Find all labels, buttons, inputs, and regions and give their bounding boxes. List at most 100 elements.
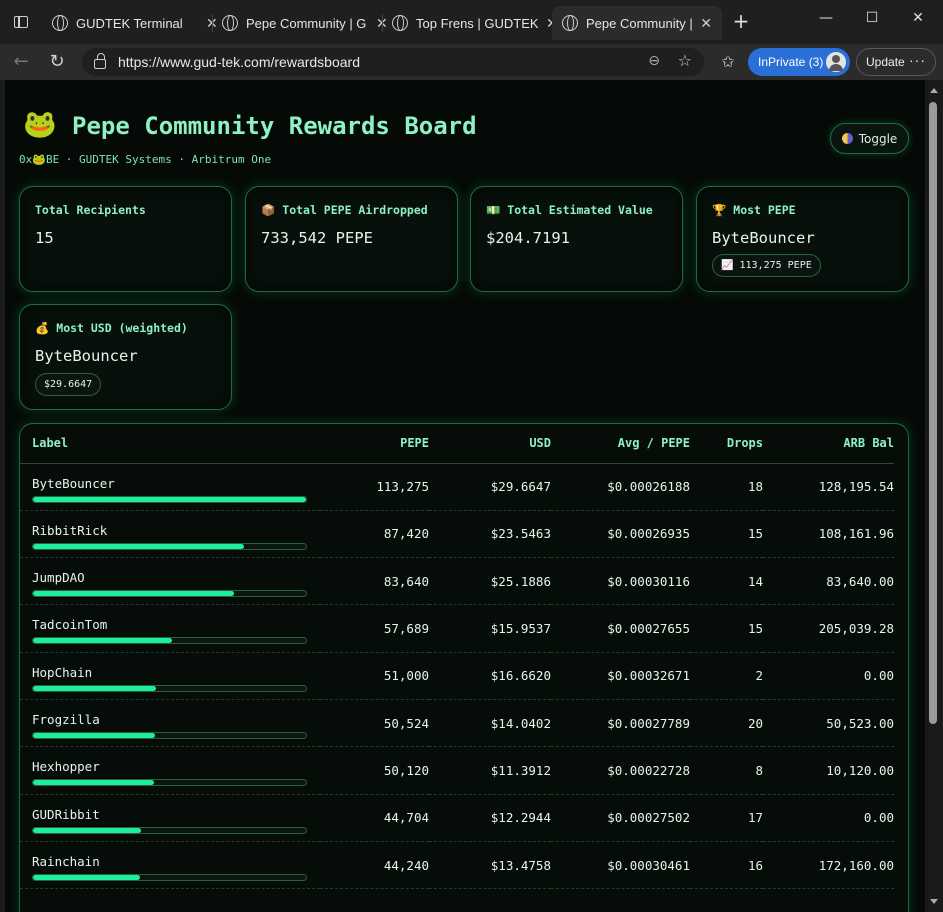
card-total-airdropped: 📦 Total PEPE Airdropped 733,542 PEPE [245, 186, 458, 292]
share-bar-fill [33, 591, 235, 597]
globe-icon [392, 15, 408, 31]
inprivate-label: InPrivate (3) [758, 55, 824, 69]
rewards-table-container: Label PEPE USD Avg / PEPE Drops ARB Bal … [19, 423, 909, 912]
card-total-recipients: Total Recipients 15 [19, 186, 232, 292]
update-button[interactable]: Update ··· [856, 48, 936, 76]
share-bar [32, 684, 307, 692]
maximize-icon[interactable]: ☐ [862, 10, 882, 26]
avatar [824, 50, 848, 74]
table-header-row: Label PEPE USD Avg / PEPE Drops ARB Bal [20, 424, 894, 464]
page-scrollbar[interactable] [925, 80, 943, 912]
globe-icon [222, 15, 238, 31]
share-bar [32, 590, 307, 598]
favorite-star-icon[interactable]: ☆ [678, 51, 692, 70]
cell-label: TadcoinTom [20, 604, 320, 653]
url-text[interactable]: https://www.gud-tek.com/rewardsboard [118, 54, 360, 70]
cell-pepe: 44,704 [320, 794, 429, 842]
cell-avg: $0.00027789 [551, 699, 690, 748]
card-label: 💵 Total Estimated Value [486, 203, 653, 217]
card-label: 💰 Most USD (weighted) [35, 321, 188, 335]
scroll-down-icon[interactable] [930, 899, 938, 904]
card-value: 733,542 PEPE [261, 229, 373, 247]
row-label: Rainchain [32, 853, 100, 869]
favorites-icon[interactable]: ✩ [716, 52, 740, 71]
table-row[interactable]: GUDRibbit 44,704 $12.2944 $0.00027502 17 0.00 [20, 794, 894, 842]
theme-toggle-button[interactable]: Toggle [830, 123, 909, 154]
close-tab-icon[interactable]: ✕ [700, 15, 712, 32]
scrollbar-thumb[interactable] [929, 102, 937, 724]
cell-avg: $0.00032671 [551, 652, 690, 700]
cell-label: GUDRibbit [20, 794, 320, 842]
cell-arb: 172,160.00 [763, 841, 894, 890]
cell-arb: 108,161.96 [763, 510, 894, 559]
inprivate-button[interactable]: InPrivate (3) [748, 48, 850, 76]
table-row[interactable]: Rainchain 44,240 $13.4758 $0.00030461 16 172,… [20, 841, 894, 890]
table-row[interactable]: Frogzilla 50,524 $14.0402 $0.00027789 20 50,5… [20, 699, 894, 748]
cell-usd: $14.0402 [429, 699, 551, 748]
cell-pepe: 44,240 [320, 841, 429, 890]
col-header-arb[interactable]: ARB Bal [763, 424, 894, 464]
table-row[interactable]: HopChain 51,000 $16.6620 $0.00032671 2 0.00 [20, 652, 894, 700]
share-bar [32, 826, 307, 834]
minimize-icon[interactable]: — [816, 10, 836, 26]
share-bar-fill [33, 780, 154, 786]
share-bar-fill [33, 638, 172, 644]
col-header-usd[interactable]: USD [429, 424, 551, 464]
cell-pepe: 50,524 [320, 699, 429, 748]
card-value: $204.7191 [486, 229, 570, 247]
cell-avg: $0.00027502 [551, 794, 690, 842]
col-header-drops[interactable]: Drops [690, 424, 763, 464]
tab-top-frens[interactable]: Top Frens | GUDTEK ✕ [382, 6, 568, 40]
table-row[interactable]: RibbitRick 87,420 $23.5463 $0.00026935 15 108… [20, 510, 894, 559]
table-row[interactable]: ByteBouncer 113,275 $29.6647 $0.00026188 18 1… [20, 463, 894, 511]
refresh-icon[interactable]: ↻ [44, 50, 70, 74]
share-bar [32, 495, 307, 503]
tab-gudtek-terminal[interactable]: GUDTEK Terminal ✕ [42, 6, 228, 40]
cell-arb: 0.00 [763, 652, 894, 700]
col-header-label[interactable]: Label [20, 424, 320, 464]
share-bar [32, 779, 307, 787]
more-menu-icon[interactable]: ··· [909, 52, 926, 68]
cell-drops: 16 [690, 841, 763, 890]
back-arrow-icon[interactable]: ← [8, 50, 34, 74]
tab-title: Pepe Community | G [586, 15, 693, 31]
cell-arb: 0.00 [763, 794, 894, 842]
tab-actions-icon[interactable] [8, 10, 34, 34]
cell-drops: 15 [690, 510, 763, 559]
col-header-avg[interactable]: Avg / PEPE [551, 424, 690, 464]
card-most-usd: 💰 Most USD (weighted) ByteBouncer $29.66… [19, 304, 232, 410]
table-row[interactable]: JumpDAO 83,640 $25.1886 $0.00030116 14 83,640… [20, 557, 894, 606]
cell-avg: $0.00026935 [551, 510, 690, 559]
row-label: Frogzilla [32, 711, 100, 727]
frog-icon: 🐸 [23, 109, 57, 140]
lock-icon[interactable] [94, 53, 106, 69]
row-label: Hexhopper [32, 759, 100, 775]
rewards-table: Label PEPE USD Avg / PEPE Drops ARB Bal … [20, 424, 894, 890]
zoom-icon[interactable]: ⊖ [648, 53, 660, 69]
cell-drops: 8 [690, 746, 763, 795]
cell-drops: 20 [690, 699, 763, 748]
share-bar-fill [33, 732, 155, 738]
stat-pill: 📈 113,275 PEPE [712, 254, 821, 277]
card-label: 🏆 Most PEPE [712, 203, 796, 217]
tab-pepe-community-active[interactable]: Pepe Community | G ✕ [552, 6, 722, 40]
address-bar-row: ← ↻ https://www.gud-tek.com/rewardsboard… [0, 44, 943, 80]
table-row[interactable]: Hexhopper 50,120 $11.3912 $0.00022728 8 10,12… [20, 746, 894, 795]
address-bar[interactable]: https://www.gud-tek.com/rewardsboard ⊖ ☆ [82, 48, 704, 76]
card-most-pepe: 🏆 Most PEPE ByteBouncer 📈 113,275 PEPE [696, 186, 909, 292]
globe-icon [52, 15, 68, 31]
card-label: 📦 Total PEPE Airdropped [261, 203, 428, 217]
cell-avg: $0.00030116 [551, 557, 690, 606]
tab-pepe-community[interactable]: Pepe Community | G ✕ [212, 6, 398, 40]
card-label: Total Recipients [35, 203, 146, 217]
cell-usd: $12.2944 [429, 794, 551, 842]
tab-title: GUDTEK Terminal [76, 15, 183, 31]
row-label: GUDRibbit [32, 806, 100, 822]
scroll-up-icon[interactable] [930, 88, 938, 93]
table-row[interactable]: TadcoinTom 57,689 $15.9537 $0.00027655 15 205… [20, 604, 894, 653]
close-window-icon[interactable]: ✕ [908, 10, 928, 26]
col-header-pepe[interactable]: PEPE [320, 424, 429, 464]
new-tab-button[interactable]: + [730, 10, 752, 34]
cell-pepe: 113,275 [320, 463, 429, 511]
cell-pepe: 50,120 [320, 746, 429, 795]
